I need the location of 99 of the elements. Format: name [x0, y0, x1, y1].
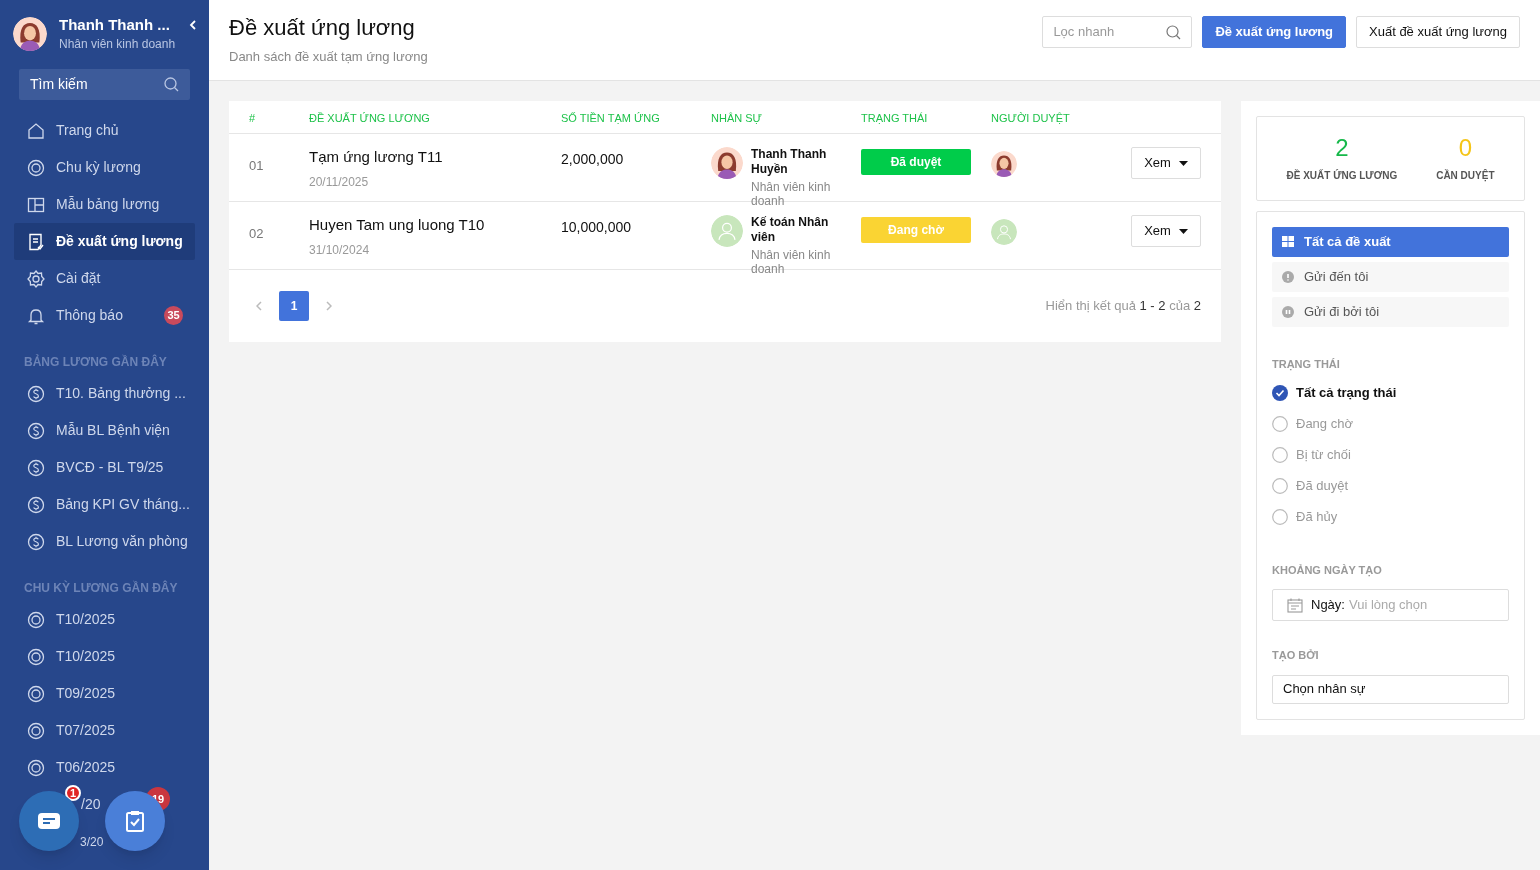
- user-role: Nhân viên kinh doanh: [59, 35, 176, 53]
- sidebar-item[interactable]: T07/2025: [14, 712, 195, 749]
- filter-tab[interactable]: Gửi đi bởi tôi: [1272, 297, 1509, 327]
- creator-select[interactable]: Chọn nhân sự: [1272, 674, 1509, 704]
- view-dropdown-button[interactable]: Xem: [1131, 215, 1201, 247]
- grid-icon: [1282, 236, 1294, 248]
- placeholder: Tìm kiếm: [30, 75, 88, 94]
- view-dropdown-button[interactable]: Xem: [1131, 147, 1201, 179]
- amount-cell: 10,000,000: [561, 219, 632, 235]
- chevron-right-icon: [326, 301, 332, 311]
- search-icon: [164, 77, 179, 92]
- search-icon: [1166, 24, 1182, 40]
- caret-icon: [1178, 160, 1188, 166]
- sidebar-item[interactable]: Mẫu BL Bệnh viện: [14, 412, 195, 449]
- create-button[interactable]: Đề xuất ứng lương: [1202, 16, 1347, 48]
- export-button[interactable]: Xuất đề xuất ứng lương: [1356, 16, 1520, 48]
- status-badge: Đang chờ: [861, 217, 971, 243]
- sidebar-item[interactable]: T10. Bảng thưởng ...: [14, 375, 195, 412]
- target-icon: [26, 720, 46, 741]
- dollar-icon: [26, 457, 46, 478]
- stat-label: CẦN DUYỆT: [1436, 168, 1495, 183]
- column-header: ĐỀ XUẤT ỨNG LƯƠNG: [309, 112, 430, 124]
- field-label: Ngày:: [1311, 596, 1345, 615]
- nav-item[interactable]: Thông báo 35: [14, 297, 195, 334]
- placeholder: Lọc nhanh: [1053, 23, 1115, 42]
- section-heading: TẠO BỞI: [1272, 648, 1320, 664]
- sidebar-item[interactable]: T10/2025: [14, 638, 195, 675]
- target-icon: [26, 609, 46, 630]
- target-icon: [26, 646, 46, 667]
- staff-name: Thanh Thanh Huyền: [751, 147, 828, 177]
- count-badge: 35: [164, 306, 183, 325]
- calendar-icon: [1287, 597, 1303, 613]
- document-check-icon: [26, 231, 46, 252]
- column-header: #: [249, 112, 256, 124]
- sidebar-item[interactable]: T10/2025: [14, 601, 195, 638]
- stat-value: 2: [1335, 134, 1349, 162]
- collapse-button[interactable]: [189, 19, 199, 31]
- section-heading: KHOẢNG NGÀY TẠO: [1272, 562, 1383, 578]
- sidebar-item[interactable]: BL Lương văn phòng: [14, 523, 195, 560]
- section-heading: CHU KỲ LƯƠNG GẦN ĐÂY: [23, 579, 179, 597]
- row-number: 02: [249, 226, 264, 241]
- target-icon: [26, 157, 46, 178]
- pause-icon: [1282, 306, 1294, 318]
- stat-value: 0: [1458, 134, 1472, 162]
- column-header: SỐ TIỀN TẠM ỨNG: [561, 112, 660, 124]
- date-field[interactable]: Ngày: Vui lòng chọn: [1272, 589, 1509, 621]
- staff-role: Nhân viên kinh doanh: [751, 180, 832, 208]
- chevron-left-icon: [189, 20, 197, 30]
- target-icon: [26, 683, 46, 704]
- status-badge: Đã duyệt: [861, 149, 971, 175]
- staff-role: Nhân viên kinh doanh: [751, 248, 832, 276]
- nav-item[interactable]: Mẫu bảng lương: [14, 186, 195, 223]
- chevron-left-icon: [256, 301, 262, 311]
- chat-button[interactable]: [19, 791, 79, 851]
- page-subtitle: Danh sách đề xuất tạm ứng lương: [229, 48, 428, 66]
- chat-icon: [37, 812, 61, 830]
- sidebar-item[interactable]: Bảng KPI GV tháng...: [14, 486, 195, 523]
- row-number: 01: [249, 158, 264, 173]
- exclamation-icon: [1282, 271, 1294, 283]
- nav-item[interactable]: Đề xuất ứng lương: [14, 223, 195, 260]
- search-field[interactable]: Tìm kiếm: [19, 69, 190, 100]
- sidebar-item[interactable]: T06/2025: [14, 749, 195, 786]
- section-heading: BẢNG LƯƠNG GẦN ĐÂY: [23, 353, 168, 371]
- request-date: 20/11/2025: [309, 174, 370, 191]
- sidebar-item[interactable]: 3/20: [80, 832, 104, 851]
- page-title: Đề xuất ứng lương: [229, 15, 416, 41]
- dollar-icon: [26, 383, 46, 404]
- count-badge: 1: [65, 785, 81, 801]
- stat-label: ĐỀ XUẤT ỨNG LƯƠNG: [1286, 168, 1398, 183]
- sidebar-item[interactable]: T09/2025: [14, 675, 195, 712]
- sidebar-item[interactable]: /20: [81, 794, 101, 815]
- result-summary: Hiển thị kết quả 1 - 2 của 2: [1045, 297, 1201, 316]
- nav-item[interactable]: Trang chủ: [14, 112, 195, 149]
- column-header: NHÂN SỰ: [711, 112, 762, 124]
- sidebar-item[interactable]: BVCĐ - BL T9/25: [14, 449, 195, 486]
- task-button[interactable]: [105, 791, 165, 851]
- gear-icon: [26, 268, 46, 289]
- column-header: NGƯỜI DUYỆT: [991, 112, 1070, 124]
- page-button[interactable]: 1: [279, 291, 309, 321]
- dollar-icon: [26, 531, 46, 552]
- caret-icon: [1178, 228, 1188, 234]
- placeholder: Vui lòng chọn: [1348, 596, 1428, 615]
- clipboard-check-icon: [125, 810, 145, 832]
- request-title: Tạm ứng lương T11: [309, 147, 444, 167]
- request-title: Huyen Tam ung luong T10: [309, 215, 486, 235]
- section-heading: TRẠNG THÁI: [1272, 357, 1341, 373]
- staff-name: Kế toán Nhân viên: [751, 215, 830, 245]
- amount-cell: 2,000,000: [561, 151, 624, 167]
- filter-tab[interactable]: Tất cả đề xuất: [1272, 227, 1509, 257]
- filter-tab[interactable]: Gửi đến tôi: [1272, 262, 1509, 292]
- dollar-icon: [26, 420, 46, 441]
- dollar-icon: [26, 494, 46, 515]
- nav-item[interactable]: Chu kỳ lương: [14, 149, 195, 186]
- status-radio[interactable]: Tất cả trạng thái: [1272, 383, 1509, 402]
- request-date: 31/10/2024: [309, 242, 371, 259]
- column-header: TRẠNG THÁI: [861, 112, 928, 124]
- user-name: Thanh Thanh ...: [59, 14, 171, 35]
- target-icon: [26, 757, 46, 778]
- nav-item[interactable]: Cài đặt: [14, 260, 195, 297]
